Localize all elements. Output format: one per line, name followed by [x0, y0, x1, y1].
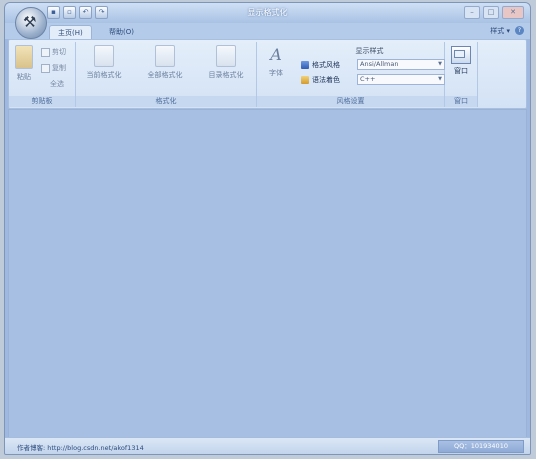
window-controls: – □ ✕ [464, 6, 524, 19]
format-selected-icon [216, 45, 236, 67]
format-selected-button[interactable]: 目录格式化 [206, 45, 246, 80]
select-all-button[interactable]: 全选 [41, 79, 64, 89]
window-icon [451, 46, 471, 64]
window-title: 显示格式化 [247, 8, 288, 17]
font-button[interactable]: A 字体 [259, 45, 293, 78]
ribbon: 粘贴 剪切 复制 全选 剪贴板 当前格式化 全部格式化 目录格式化 格式化 A … [8, 39, 527, 109]
format-style-select[interactable]: Ansi/Allman ▼ [357, 59, 445, 70]
help-icon[interactable]: ? [515, 26, 524, 35]
paste-label: 粘贴 [17, 73, 31, 81]
author-blog-status: 作者博客: http://blog.csdn.net/akof1314 [17, 444, 144, 452]
copy-label: 复制 [52, 64, 66, 72]
syntax-color-label: 语法着色 [312, 75, 340, 84]
tab-home[interactable]: 主页(H) [49, 25, 92, 40]
qq-status: QQ：101934010 [438, 440, 524, 453]
syntax-color-select[interactable]: C++ ▼ [357, 74, 445, 85]
copy-button[interactable]: 复制 [41, 63, 66, 73]
format-current-button[interactable]: 当前格式化 [84, 45, 124, 80]
chevron-down-icon: ▼ [438, 76, 442, 82]
window-group: 窗口 窗口 [445, 42, 478, 107]
scissors-icon [41, 47, 50, 57]
format-all-label: 全部格式化 [147, 71, 183, 79]
paste-icon [15, 45, 33, 69]
window-button[interactable]: 窗口 [449, 46, 473, 76]
format-style-label: 格式风格 [312, 60, 340, 69]
format-style-row: 格式风格 Ansi/Allman ▼ [301, 59, 445, 70]
arrow-icon [301, 60, 309, 69]
syntax-color-row: 语法着色 C++ ▼ [301, 74, 445, 85]
style-menu[interactable]: 样式 ▾ [490, 26, 510, 36]
status-bar: 作者博客: http://blog.csdn.net/akof1314 QQ：1… [5, 437, 530, 454]
tab-help[interactable]: 帮助(O) [101, 25, 142, 39]
minimize-button[interactable]: – [464, 6, 480, 19]
cut-label: 剪切 [52, 48, 66, 56]
font-icon: A [270, 45, 282, 64]
maximize-button[interactable]: □ [483, 6, 499, 19]
format-all-button[interactable]: 全部格式化 [145, 45, 185, 80]
style-settings-group-label: 风格设置 [257, 96, 444, 107]
application-menu-button[interactable]: ⚒ [15, 7, 47, 39]
format-group: 当前格式化 全部格式化 目录格式化 格式化 [76, 42, 257, 107]
app-window: ▪ ▫ ↶ ↷ 显示格式化 – □ ✕ ⚒ 主页(H) 帮助(O) 样式 ▾ ?… [4, 2, 531, 455]
format-current-label: 当前格式化 [86, 71, 122, 79]
pen-icon [301, 75, 309, 84]
close-button[interactable]: ✕ [502, 6, 524, 19]
tools-icon: ⚒ [23, 13, 37, 31]
window-button-label: 窗口 [454, 67, 468, 75]
format-style-value: Ansi/Allman [360, 60, 399, 68]
format-all-icon [155, 45, 175, 67]
display-style-panel: 显示样式 格式风格 Ansi/Allman ▼ 语法着色 C++ ▼ [295, 42, 445, 96]
title-bar[interactable]: ▪ ▫ ↶ ↷ 显示格式化 – □ ✕ [5, 3, 530, 23]
format-current-icon [94, 45, 114, 67]
display-style-title: 显示样式 [355, 47, 384, 55]
format-selected-label: 目录格式化 [208, 71, 244, 79]
window-group-label: 窗口 [445, 96, 477, 107]
clipboard-group: 粘贴 剪切 复制 全选 剪贴板 [9, 42, 76, 107]
chevron-down-icon: ▼ [438, 61, 442, 67]
style-settings-group: A 字体 显示样式 格式风格 Ansi/Allman ▼ 语法着色 C++ ▼ … [257, 42, 445, 107]
ribbon-tabs: 主页(H) 帮助(O) 样式 ▾ ? [5, 23, 530, 40]
syntax-color-value: C++ [360, 75, 376, 83]
copy-icon [41, 63, 50, 73]
cut-button[interactable]: 剪切 [41, 47, 66, 57]
font-label: 字体 [269, 69, 283, 77]
format-group-label: 格式化 [76, 96, 256, 107]
paste-button[interactable]: 粘贴 [9, 45, 39, 82]
document-area[interactable] [8, 109, 527, 438]
select-all-label: 全选 [50, 80, 64, 88]
clipboard-group-label: 剪贴板 [9, 96, 75, 107]
